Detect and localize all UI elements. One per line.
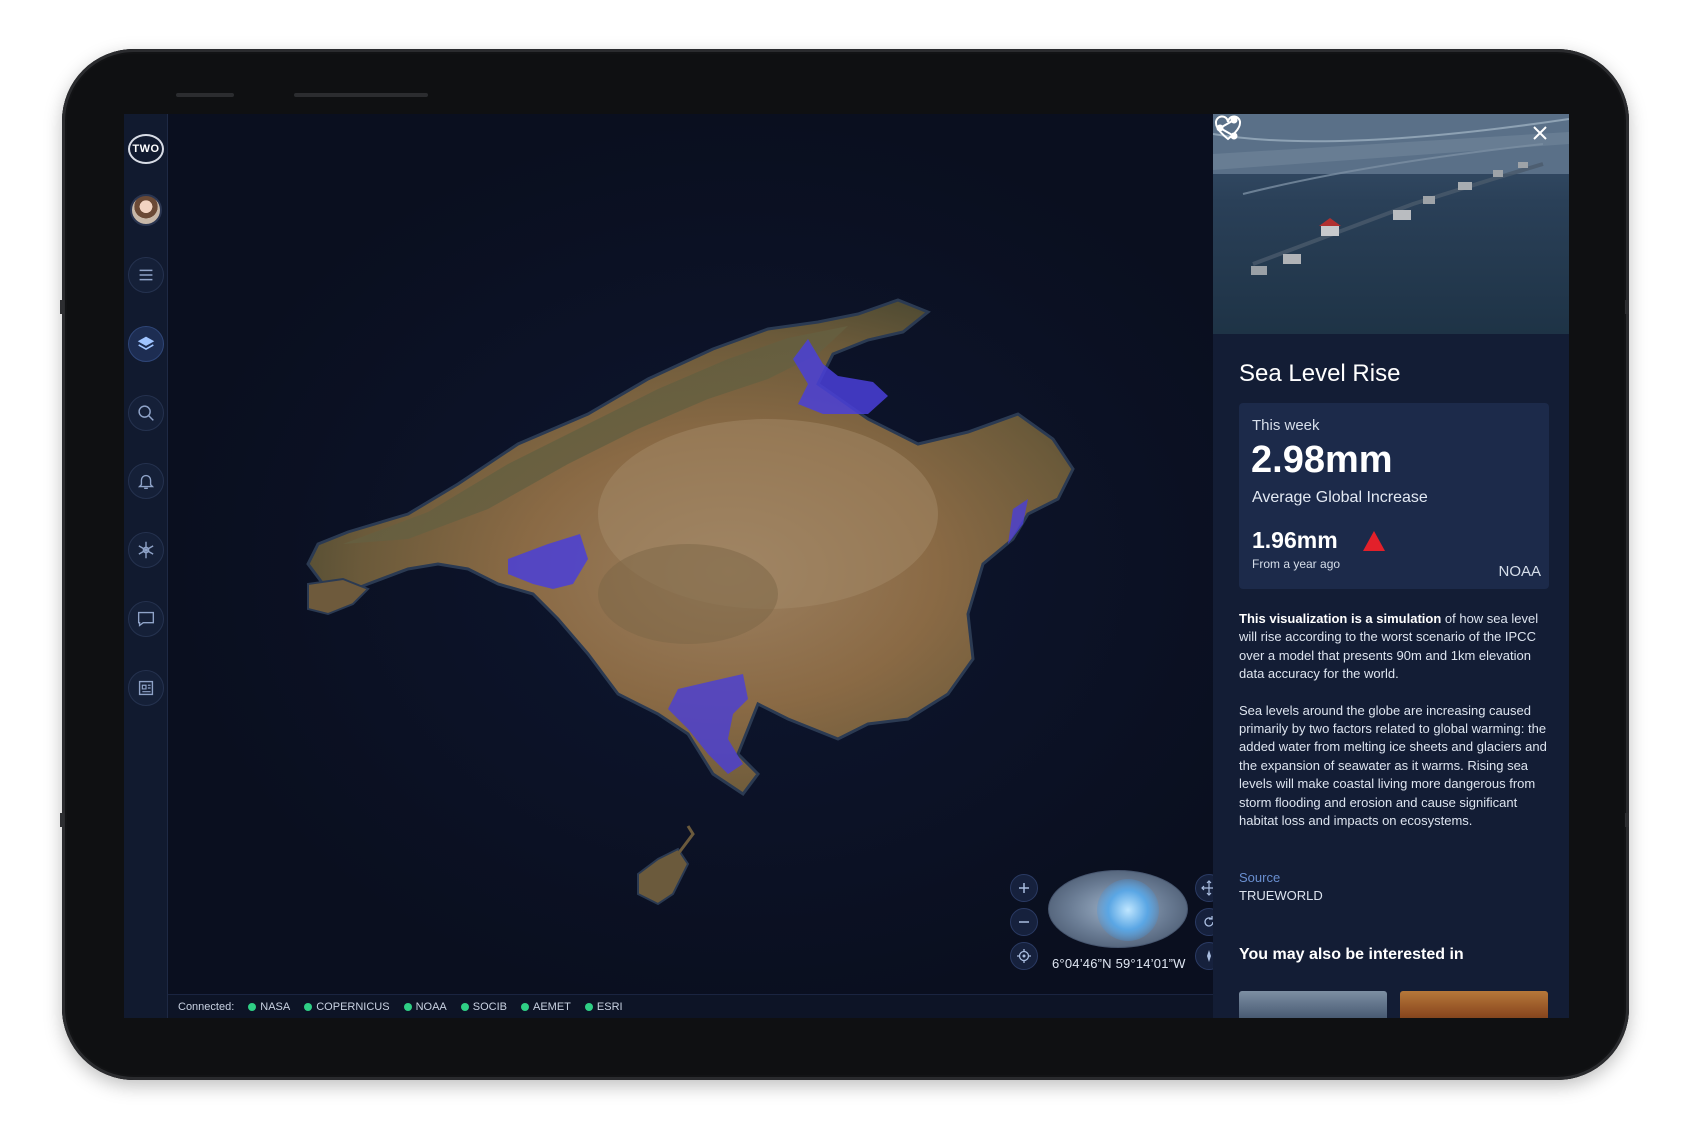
bell-icon[interactable] [128,463,164,499]
detail-panel: Sea Level Rise This week 2.98mm Average … [1213,114,1569,1018]
connection-status-bar: Connected: NASA COPERNICUS NOAA SOCIB AE… [168,994,1213,1018]
description-paragraph-2: Sea levels around the globe are increasi… [1239,702,1547,829]
source-value[interactable]: TRUEWORLD [1239,888,1323,903]
zoom-out-button[interactable] [1010,908,1038,936]
zoom-in-button[interactable] [1010,874,1038,902]
status-dot-icon [304,1002,313,1011]
layers-icon[interactable] [128,326,164,362]
app-logo[interactable]: TWO [128,134,164,164]
source-noaa: NOAA [403,1001,447,1013]
search-icon[interactable] [128,395,164,431]
status-label: Connected: [178,1000,235,1013]
panel-title: Sea Level Rise [1239,360,1401,387]
side-button [60,300,64,314]
status-dot-icon [584,1002,593,1011]
stat-card: This week 2.98mm Average Global Increase… [1239,403,1549,589]
news-icon[interactable] [128,670,164,706]
source-copernicus: COPERNICUS [304,1001,390,1013]
stat-source: NOAA [1498,563,1541,580]
stat-label: Average Global Increase [1252,489,1428,506]
status-dot-icon [521,1002,529,1011]
hero-image [1213,114,1569,334]
status-dot-icon [460,1002,469,1011]
related-thumbnail[interactable] [1239,991,1387,1018]
sidebar: TWO [124,114,168,1018]
coordinates-readout: 6°04’46”N 59°14’01”W [1052,956,1186,971]
description-paragraph-1: This visualization is a simulation of ho… [1239,611,1539,682]
hardware-button [294,93,428,97]
related-title: You may also be interested in [1239,946,1464,963]
source-nasa: NASA [248,1001,290,1013]
trend-up-icon [1363,531,1385,551]
flood-photo [1213,114,1569,275]
close-icon[interactable] [1531,124,1555,148]
stat-value: 2.98mm [1251,439,1393,481]
side-button [60,813,64,827]
island-terrain [306,298,1075,906]
status-dot-icon [403,1002,412,1011]
locate-icon[interactable] [1010,942,1038,970]
stat-period: This week [1252,417,1320,434]
app-screen: TWO 6°04’46”N 59°14’01”W Connected: NASA… [124,114,1569,1018]
status-dot-icon [248,1002,257,1011]
globe-minimap[interactable] [1048,870,1188,948]
side-button [1625,813,1629,827]
globe-highlight [1097,879,1159,941]
avatar[interactable] [130,194,162,226]
snowflake-icon[interactable] [128,532,164,568]
description: This visualization is a simulation of ho… [1239,610,1554,830]
menu-icon[interactable] [128,257,164,293]
source-label: Source [1239,870,1281,885]
map-view[interactable]: 6°04’46”N 59°14’01”W Connected: NASA COP… [168,114,1223,1018]
stat-change: 1.96mm [1252,527,1338,553]
hardware-button [176,93,234,97]
chat-icon[interactable] [128,601,164,637]
source-socib: SOCIB [460,1001,507,1013]
share-icon[interactable] [1213,114,1241,142]
side-button [1625,300,1629,314]
source-aemet: AEMET [521,1001,571,1013]
related-thumbnail[interactable] [1400,991,1548,1018]
source-esri: ESRI [584,1001,623,1013]
stat-change-note: From a year ago [1252,557,1341,571]
